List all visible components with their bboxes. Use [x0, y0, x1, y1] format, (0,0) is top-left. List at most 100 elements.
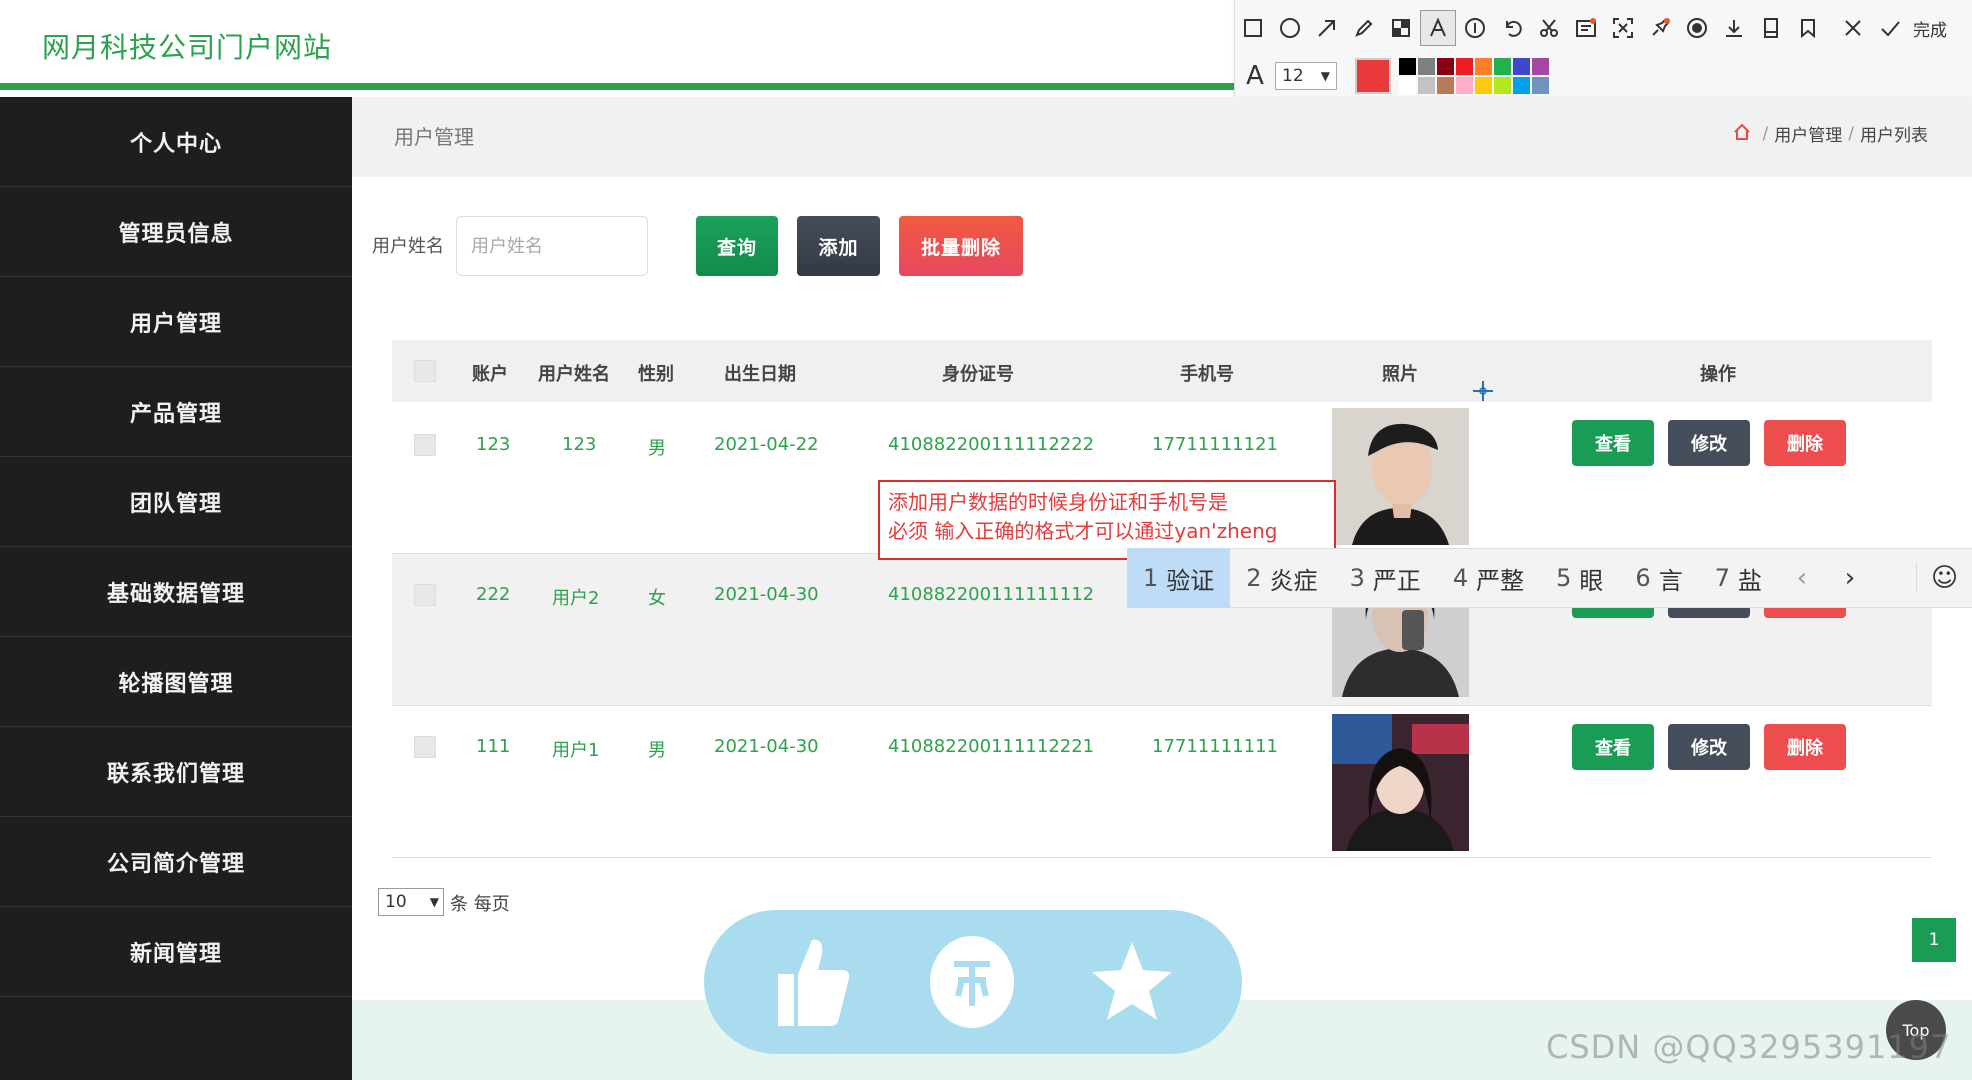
header-birth: 出生日期 — [724, 364, 796, 385]
ime-candidate-3[interactable]: 3 严正 — [1334, 548, 1437, 608]
tool-options-row: A 12 ▼ — [1235, 58, 1549, 94]
breadcrumb-item-user-list[interactable]: 用户列表 — [1860, 121, 1928, 146]
per-page-select[interactable]: 10 ▼ — [378, 888, 444, 916]
user-photo — [1332, 714, 1469, 851]
sidebar-item-team-management[interactable]: 团队管理 — [0, 457, 352, 547]
star-icon[interactable] — [1082, 932, 1182, 1032]
color-swatch[interactable] — [1418, 58, 1435, 75]
finish-button[interactable]: 完成 — [1913, 16, 1947, 41]
search-label: 用户姓名 — [372, 236, 444, 257]
ime-candidate-2[interactable]: 2 炎症 — [1230, 548, 1333, 608]
sidebar-item-base-data-management[interactable]: 基础数据管理 — [0, 547, 352, 637]
candidate-text: 严正 — [1372, 566, 1421, 595]
rectangle-icon[interactable] — [1235, 10, 1271, 46]
sidebar-item-personal-center[interactable]: 个人中心 — [0, 97, 352, 187]
color-swatch[interactable] — [1399, 58, 1416, 75]
save-icon[interactable] — [1753, 10, 1789, 46]
undo-icon[interactable] — [1494, 10, 1530, 46]
color-swatch[interactable] — [1475, 58, 1492, 75]
chevron-down-icon: ▼ — [429, 895, 439, 909]
color-swatch[interactable] — [1456, 77, 1473, 94]
color-swatch[interactable] — [1437, 58, 1454, 75]
color-swatch[interactable] — [1494, 77, 1511, 94]
view-button[interactable]: 查看 — [1572, 420, 1654, 466]
text-icon[interactable] — [1420, 10, 1456, 46]
cell-gender: 男 — [648, 438, 666, 459]
pencil-icon[interactable] — [1346, 10, 1382, 46]
color-swatch[interactable] — [1418, 77, 1435, 94]
number-icon[interactable] — [1457, 10, 1493, 46]
cell-gender: 女 — [648, 588, 666, 609]
user-photo — [1332, 408, 1469, 545]
ime-prev-page-icon[interactable]: ‹ — [1778, 563, 1826, 593]
per-page-value: 10 — [385, 892, 407, 912]
color-swatch[interactable] — [1399, 77, 1416, 94]
home-icon[interactable] — [1733, 122, 1751, 146]
coin-icon[interactable] — [922, 932, 1022, 1032]
row-checkbox[interactable] — [414, 434, 436, 456]
page-number-button[interactable]: 1 — [1912, 918, 1956, 962]
check-icon[interactable] — [1872, 10, 1908, 46]
color-swatch[interactable] — [1456, 58, 1473, 75]
ime-candidate-6[interactable]: 6言 — [1619, 548, 1698, 608]
candidate-number: 7 — [1714, 564, 1730, 592]
sidebar-item-product-management[interactable]: 产品管理 — [0, 367, 352, 457]
search-input[interactable] — [456, 216, 648, 276]
delete-button[interactable]: 删除 — [1764, 420, 1846, 466]
sidebar-item-carousel-management[interactable]: 轮播图管理 — [0, 637, 352, 727]
emoji-icon[interactable]: ☺ — [1916, 563, 1972, 593]
ime-candidate-5[interactable]: 5眼 — [1540, 548, 1619, 608]
edit-button[interactable]: 修改 — [1668, 724, 1750, 770]
color-swatch[interactable] — [1532, 77, 1549, 94]
close-icon[interactable] — [1835, 10, 1871, 46]
chevron-down-icon: ▼ — [1320, 69, 1330, 83]
select-all-checkbox[interactable] — [414, 360, 436, 382]
sidebar-item-company-intro-management[interactable]: 公司简介管理 — [0, 817, 352, 907]
add-button[interactable]: 添加 — [797, 216, 880, 276]
breadcrumb-item-user-management[interactable]: 用户管理 — [1774, 121, 1842, 146]
download-icon[interactable] — [1716, 10, 1752, 46]
font-size-select[interactable]: 12 ▼ — [1275, 62, 1337, 90]
ime-candidate-1[interactable]: 1 验证 — [1127, 548, 1231, 608]
cut-icon[interactable] — [1531, 10, 1567, 46]
mosaic-icon[interactable] — [1383, 10, 1419, 46]
color-swatch[interactable] — [1532, 58, 1549, 75]
ime-candidate-7[interactable]: 7盐 — [1699, 548, 1778, 608]
ellipse-icon[interactable] — [1272, 10, 1308, 46]
delete-button[interactable]: 删除 — [1764, 724, 1846, 770]
color-swatch[interactable] — [1475, 77, 1492, 94]
bookmark-icon[interactable] — [1790, 10, 1826, 46]
breadcrumb: / 用户管理 / 用户列表 — [1733, 121, 1928, 146]
arrow-icon[interactable] — [1309, 10, 1345, 46]
sidebar-item-news-management[interactable]: 新闻管理 — [0, 907, 352, 997]
ime-next-page-icon[interactable]: › — [1826, 563, 1874, 593]
color-swatch[interactable] — [1513, 77, 1530, 94]
batch-delete-button[interactable]: 批量删除 — [899, 216, 1023, 276]
current-color-swatch[interactable] — [1355, 58, 1391, 94]
row-checkbox[interactable] — [414, 584, 436, 606]
sidebar-item-admin-info[interactable]: 管理员信息 — [0, 187, 352, 277]
screen-capture-icon[interactable] — [1605, 10, 1641, 46]
record-icon[interactable] — [1679, 10, 1715, 46]
header-phone: 手机号 — [1180, 364, 1234, 385]
candidate-number: 5 — [1556, 564, 1572, 592]
cell-gender: 男 — [648, 740, 666, 761]
per-page-label: 条 每页 — [450, 894, 510, 915]
ocr-icon[interactable] — [1568, 10, 1604, 46]
thumbs-up-icon[interactable] — [762, 932, 862, 1032]
ime-candidate-4[interactable]: 4 严整 — [1437, 548, 1540, 608]
pin-icon[interactable] — [1642, 10, 1678, 46]
sidebar-item-contact-management[interactable]: 联系我们管理 — [0, 727, 352, 817]
color-swatch[interactable] — [1494, 58, 1511, 75]
color-swatch[interactable] — [1513, 58, 1530, 75]
cell-birth: 2021-04-30 — [714, 736, 819, 757]
breadcrumb-separator: / — [1848, 123, 1854, 144]
row-checkbox[interactable] — [414, 736, 436, 758]
view-button[interactable]: 查看 — [1572, 724, 1654, 770]
candidate-number: 3 — [1349, 564, 1365, 592]
candidate-text: 炎症 — [1269, 566, 1318, 595]
color-swatch[interactable] — [1437, 77, 1454, 94]
query-button[interactable]: 查询 — [696, 216, 778, 276]
edit-button[interactable]: 修改 — [1668, 420, 1750, 466]
sidebar-item-user-management[interactable]: 用户管理 — [0, 277, 352, 367]
